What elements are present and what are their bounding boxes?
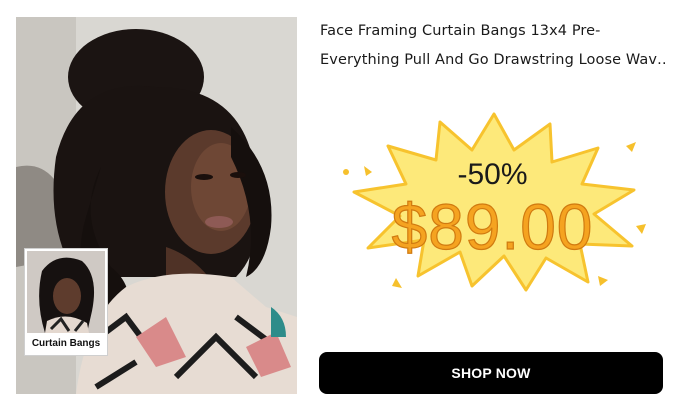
- sale-price: $89.00: [391, 190, 594, 263]
- product-title-line-1[interactable]: Face Framing Curtain Bangs 13x4 Pre-: [320, 17, 665, 46]
- product-card: Curtain Bangs Face Framing Curtain Bangs…: [0, 0, 681, 412]
- discount-label: -50%: [457, 158, 528, 191]
- product-title-line-2[interactable]: Everything Pull And Go Drawstring Loose …: [320, 46, 665, 75]
- thumbnail-label: Curtain Bangs: [31, 338, 101, 349]
- product-title[interactable]: Face Framing Curtain Bangs 13x4 Pre- Eve…: [320, 17, 665, 75]
- shop-now-button[interactable]: SHOP NOW: [319, 352, 663, 394]
- curtain-bangs-thumbnail[interactable]: Curtain Bangs: [24, 248, 108, 356]
- thumbnail-image: [27, 251, 105, 333]
